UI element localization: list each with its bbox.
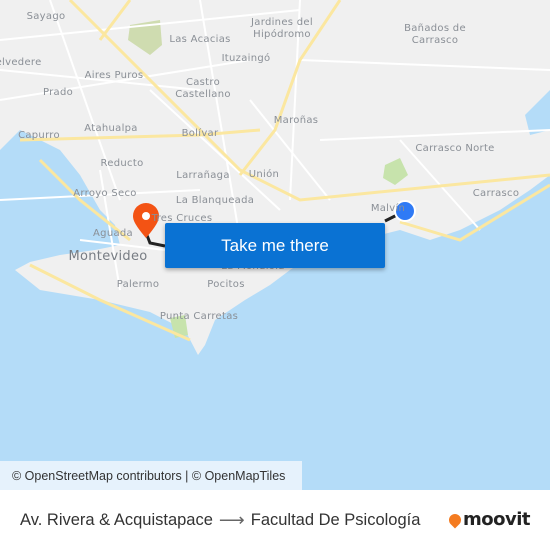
map-label: Bolívar <box>181 128 219 139</box>
brand-name: moovit <box>463 509 531 530</box>
map-label: Carrasco Norte <box>415 143 495 154</box>
park <box>383 158 408 185</box>
map-label: Maroñas <box>273 115 319 126</box>
map-label: Unión <box>248 169 280 180</box>
water-lagoon <box>525 90 550 135</box>
map[interactable]: Sayago Las Acacias Jardines del Hipódrom… <box>0 0 550 490</box>
map-label: Ituzaingó <box>221 53 271 64</box>
map-label: Aguada <box>93 228 133 239</box>
map-label: Arroyo Seco <box>73 188 137 199</box>
origin-name: Av. Rivera & Acquistapace <box>20 511 213 529</box>
map-label: Aires Puros <box>84 70 144 81</box>
map-label: Malvín <box>370 203 406 214</box>
map-label: Reducto <box>100 158 144 169</box>
map-label: Bañados de Carrasco <box>404 23 466 46</box>
footer: Av. Rivera & Acquistapace ⟶ Facultad De … <box>0 490 550 550</box>
destination-name: Facultad De Psicología <box>250 511 421 529</box>
map-label: Prado <box>42 87 74 98</box>
map-label: Belvedere <box>0 57 42 68</box>
moovit-pin-icon <box>446 511 464 528</box>
map-label: Carrasco <box>472 188 520 199</box>
map-label: Palermo <box>116 279 160 290</box>
map-label: Sayago <box>26 11 66 22</box>
map-label: Las Acacias <box>169 34 231 45</box>
map-attribution[interactable]: © OpenStreetMap contributors | © OpenMap… <box>0 461 302 490</box>
map-label: Atahualpa <box>84 123 138 134</box>
map-label: Pocitos <box>207 279 245 290</box>
arrow-right-icon: ⟶ <box>218 510 245 530</box>
map-label: Larrañaga <box>176 170 230 181</box>
moovit-logo: moovit <box>446 509 531 530</box>
take-me-there-button[interactable]: Take me there <box>165 223 385 268</box>
map-label: Capurro <box>18 130 60 141</box>
map-label: Punta Carretas <box>159 311 239 322</box>
route-summary: Av. Rivera & Acquistapace ⟶ Facultad De … <box>20 510 420 531</box>
map-label: Jardines del Hipódromo <box>251 17 313 40</box>
map-label: Montevideo <box>68 249 148 264</box>
map-label: La Blanqueada <box>175 195 255 206</box>
map-label: Castro Castellano <box>175 77 231 100</box>
